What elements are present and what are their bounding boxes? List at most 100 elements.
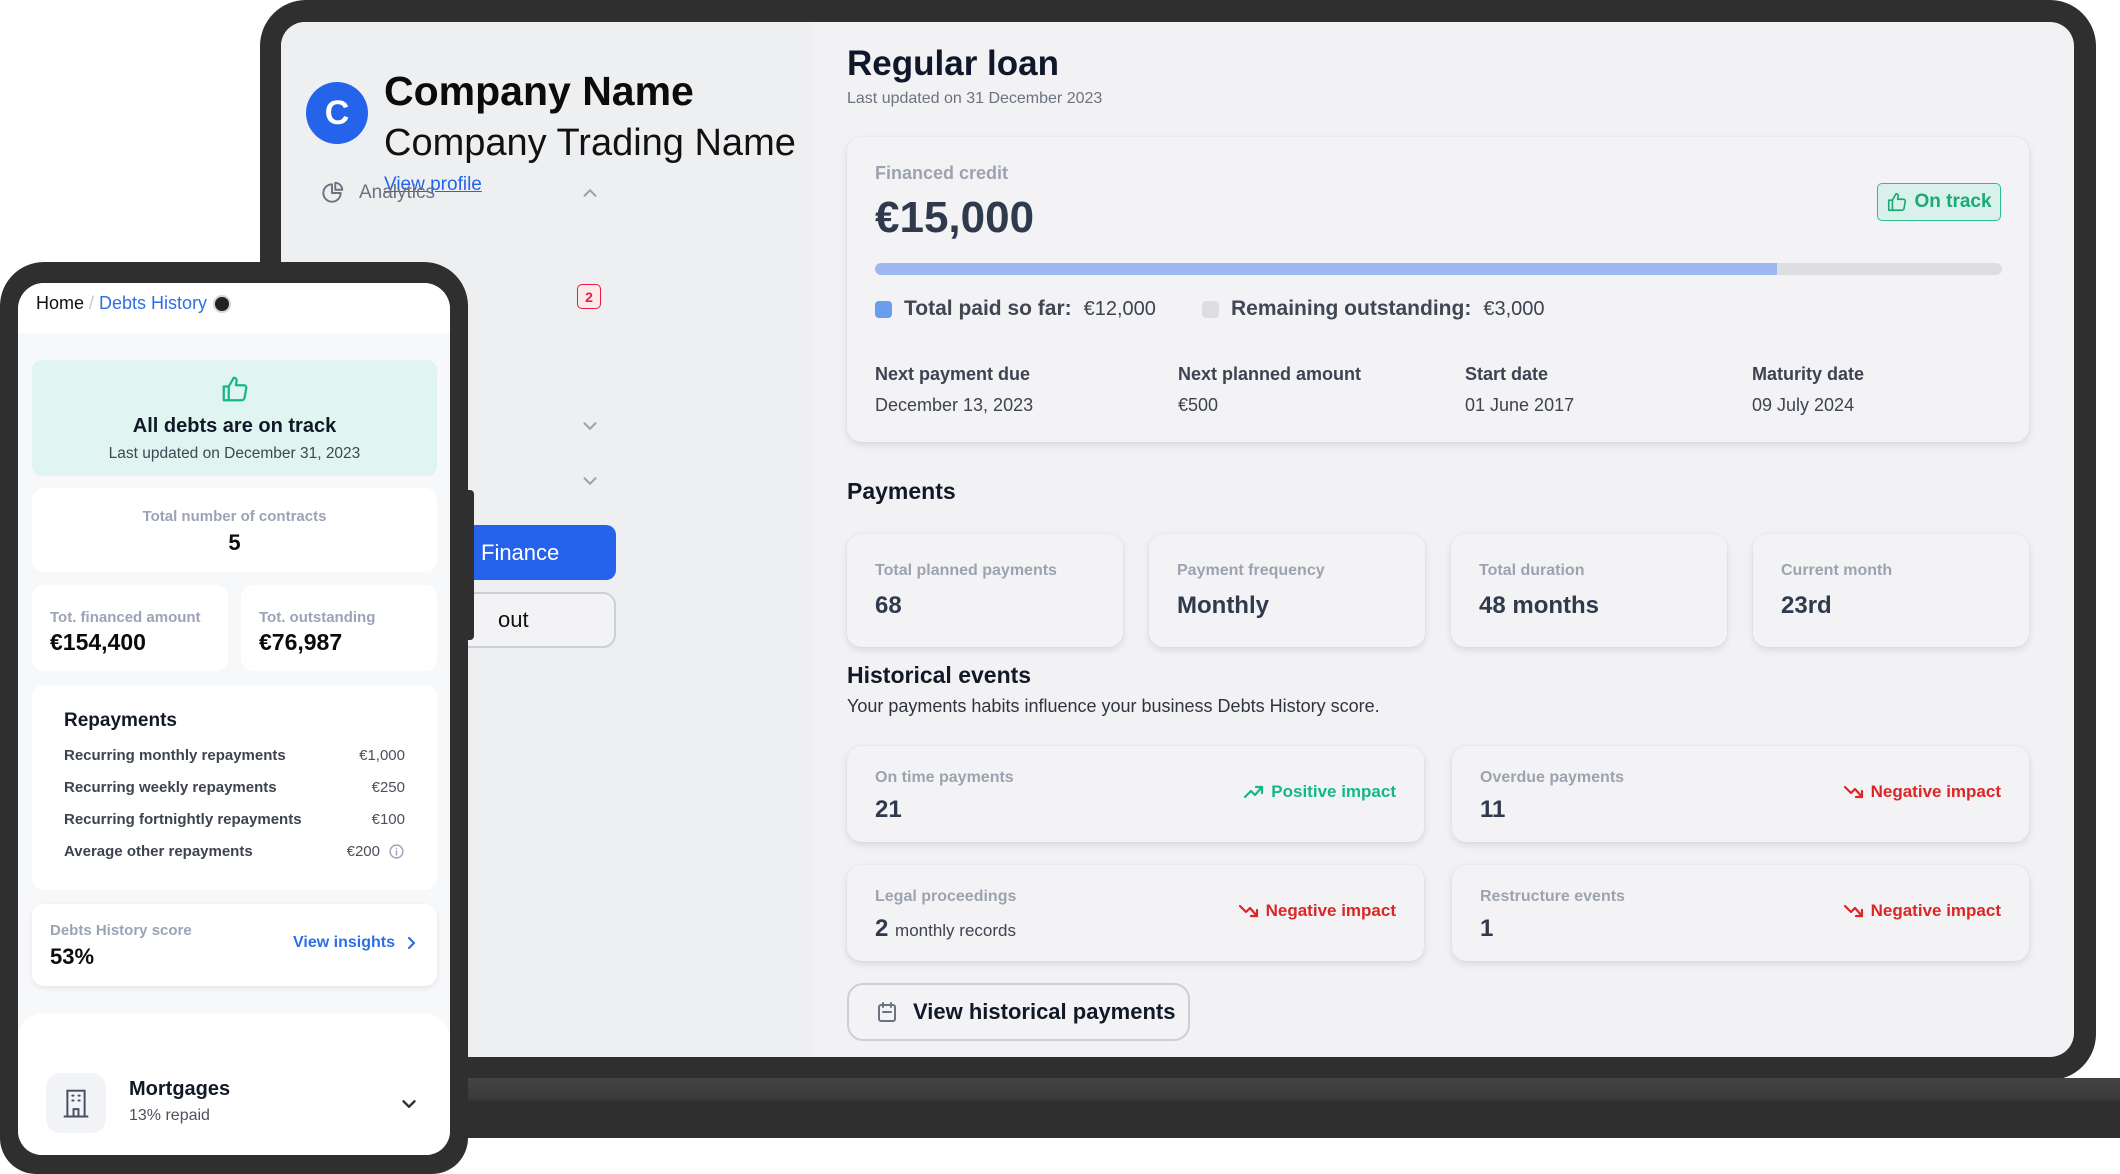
meta-label: Start date	[1465, 364, 1549, 384]
breadcrumb-home[interactable]: Home	[36, 293, 84, 314]
meta-label: Next planned amount	[1178, 364, 1362, 384]
repayment-value: €250	[371, 778, 405, 796]
financed-credit-amount: €15,000	[875, 193, 1035, 242]
calendar-icon	[878, 1002, 896, 1022]
camera-icon	[215, 296, 230, 311]
impact-indicator: Negative impact	[1238, 901, 1396, 921]
breadcrumb-separator: /	[89, 293, 95, 313]
repayment-value-group: €200	[347, 843, 405, 860]
total-label: Tot. financed amount	[50, 609, 201, 626]
pie-chart-icon	[322, 181, 344, 203]
meta-start-date: Start date 01 June 2017	[1465, 364, 1574, 416]
sidebar-item-analytics[interactable]: Analytics	[319, 176, 599, 210]
repayment-value: €100	[371, 810, 405, 828]
event-card-legal: Legal proceedings 2 monthly records Nega…	[847, 865, 1424, 961]
payment-card-label: Total planned payments	[875, 562, 1057, 579]
meta-maturity-date: Maturity date 09 July 2024	[1752, 364, 1864, 416]
repayment-label: Recurring weekly repayments	[64, 778, 277, 796]
payment-card-value: 23rd	[1781, 592, 1832, 619]
sidebar-item-label: Analytics	[359, 182, 436, 203]
laptop-base	[380, 1078, 2120, 1138]
debts-status-banner: All debts are on track Last updated on D…	[32, 360, 437, 476]
event-card-overdue: Overdue payments 11 Negative impact	[1452, 746, 2029, 842]
logout-button-label: out	[498, 607, 529, 632]
breadcrumb-current[interactable]: Debts History	[99, 293, 207, 314]
view-historical-payments-button[interactable]: View historical payments	[847, 983, 1190, 1041]
chevron-up-icon[interactable]	[579, 182, 601, 204]
repayment-row: Recurring monthly repayments €1,000	[64, 743, 405, 767]
payment-card-label: Total duration	[1479, 562, 1585, 579]
company-name: Company Name	[384, 68, 694, 114]
event-value: 2 monthly records	[875, 915, 1016, 943]
contracts-card: Total number of contracts 5	[32, 488, 437, 572]
breadcrumb: Home / Debts History	[36, 293, 230, 314]
event-label: Overdue payments	[1480, 769, 1625, 786]
impact-indicator: Positive impact	[1243, 782, 1396, 802]
financed-credit-label: Financed credit	[875, 163, 1009, 183]
trend-down-icon	[1238, 904, 1258, 918]
meta-value: 09 July 2024	[1752, 395, 1855, 415]
total-value: €76,987	[259, 629, 343, 655]
chevron-down-icon[interactable]	[579, 415, 601, 437]
impact-label: Negative impact	[1870, 782, 2001, 801]
view-insights-label: View insights	[293, 934, 395, 951]
total-label: Tot. outstanding	[259, 609, 376, 626]
event-value-suffix: monthly records	[895, 921, 1016, 940]
score-label: Debts History score	[50, 922, 192, 939]
repayment-row: Recurring fortnightly repayments €100	[64, 807, 405, 831]
payment-card-label: Payment frequency	[1177, 562, 1325, 579]
status-label: On track	[1914, 191, 1992, 212]
legend-swatch-remaining	[1202, 300, 1219, 318]
event-card-on-time: On time payments 21 Positive impact	[847, 746, 1424, 842]
payment-card-value: 68	[875, 592, 902, 619]
chevron-down-icon[interactable]	[579, 470, 601, 492]
legend-remaining: Remaining outstanding: €3,000	[1202, 297, 1545, 321]
payment-card-value: 48 months	[1479, 592, 1600, 619]
legend-swatch-paid	[875, 300, 892, 318]
meta-value: 01 June 2017	[1465, 395, 1575, 415]
total-value: €154,400	[50, 629, 146, 655]
event-value: 1	[1480, 915, 1494, 942]
status-subtitle: Last updated on December 31, 2023	[108, 445, 361, 462]
repayment-label: Average other repayments	[64, 842, 253, 860]
view-insights-link[interactable]: View insights	[293, 934, 417, 952]
impact-indicator: Negative impact	[1843, 782, 2001, 802]
legend-remaining-label: Remaining outstanding:	[1231, 297, 1472, 320]
impact-label: Negative impact	[1870, 901, 2001, 920]
contracts-label: Total number of contracts	[142, 508, 327, 525]
repayment-label: Recurring fortnightly repayments	[64, 810, 302, 828]
legend-paid-label: Total paid so far:	[904, 297, 1072, 320]
score-value: 53%	[50, 944, 95, 969]
building-icon	[63, 1089, 89, 1118]
meta-label: Maturity date	[1752, 364, 1865, 384]
meta-label: Next payment due	[875, 364, 1031, 384]
company-avatar: C	[306, 82, 368, 144]
status-badge: On track	[1877, 183, 2001, 221]
finance-button-label: Finance	[481, 539, 560, 565]
legend-paid: Total paid so far: €12,000	[875, 297, 1156, 321]
main-content: Regular loan Last updated on 31 December…	[812, 22, 2074, 1057]
trend-down-icon	[1843, 904, 1863, 918]
historical-events-subtitle: Your payments habits influence your busi…	[847, 696, 1380, 716]
payment-card-frequency: Payment frequency Monthly	[1149, 534, 1425, 647]
repayments-title: Repayments	[64, 710, 177, 731]
status-title: All debts are on track	[132, 415, 337, 437]
event-card-restructure: Restructure events 1 Negative impact	[1452, 865, 2029, 961]
impact-indicator: Negative impact	[1843, 901, 2001, 921]
company-trading-name: Company Trading Name	[384, 122, 796, 164]
thumbs-up-icon	[1888, 192, 1907, 212]
mortgage-subtitle: 13% repaid	[129, 1107, 210, 1124]
info-icon[interactable]	[388, 843, 405, 860]
payment-card-label: Current month	[1781, 562, 1893, 579]
legend-paid-value: €12,000	[1083, 297, 1156, 320]
repayment-value: €1,000	[359, 746, 405, 764]
chevron-right-icon	[407, 936, 416, 950]
trend-down-icon	[1843, 785, 1863, 799]
meta-next-payment-due: Next payment due December 13, 2023	[875, 364, 1033, 416]
chevron-down-icon[interactable]	[398, 1093, 420, 1115]
page-title: Regular loan	[847, 44, 1059, 83]
payment-card-total-planned: Total planned payments 68	[847, 534, 1123, 647]
event-label: On time payments	[875, 769, 1014, 786]
page-subtitle: Last updated on 31 December 2023	[847, 90, 1103, 107]
payments-title: Payments	[847, 478, 956, 504]
